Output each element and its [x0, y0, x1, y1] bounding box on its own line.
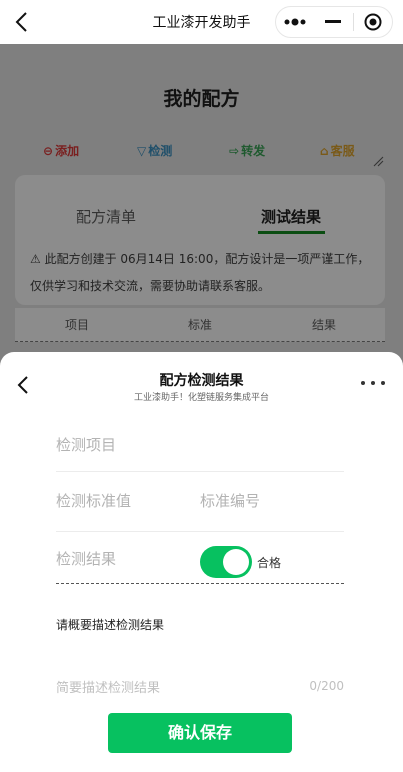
page-title: 我的配方	[163, 88, 240, 110]
sheet-subtitle: 工业漆助手！化塑链服务集成平台	[133, 393, 269, 403]
more-dots-icon	[284, 18, 306, 26]
table-header: 项目 标准 结果	[15, 308, 385, 342]
description-input[interactable]: 简要描述检测结果	[56, 677, 276, 696]
header-item: 项目	[65, 318, 90, 332]
share-icon: ⇨	[229, 143, 240, 158]
notice-text: ⚠ 此配方创建于 06月14日 16:00，配方设计是一项严谨工作，仅供学习和技…	[30, 252, 370, 293]
forward-button[interactable]: ⇨ 转发	[229, 142, 265, 159]
detect-label: 检测	[148, 144, 173, 158]
toggle-label: 合格	[257, 556, 282, 570]
navigation-bar: 工业漆开发助手	[0, 0, 403, 44]
character-counter: 0/200	[309, 679, 344, 693]
minus-circle-icon: ⊖	[43, 143, 54, 158]
more-options-button[interactable]	[276, 7, 314, 37]
add-button[interactable]: ⊖ 添加	[43, 142, 79, 159]
close-mini-program-button[interactable]	[354, 7, 392, 37]
minimize-button[interactable]	[314, 7, 352, 37]
mini-program-capsule	[275, 6, 393, 38]
dot	[371, 381, 375, 385]
standard-code-input[interactable]: 标准编号	[200, 490, 340, 511]
action-bar: ⊖ 添加 ▽ 检测 ⇨ 转发 ⌂ 客服	[0, 142, 403, 162]
minus-icon	[325, 20, 342, 23]
active-tab-indicator	[258, 231, 325, 234]
divider	[56, 471, 344, 472]
customer-service-button[interactable]: ⌂ 客服	[320, 142, 355, 159]
resize-handle-icon	[373, 156, 384, 167]
test-result-sheet: 配方检测结果 工业漆助手！化塑链服务集成平台 检测项目 检测标准值 标准编号 检…	[0, 352, 403, 772]
header-result: 结果	[312, 318, 337, 332]
target-close-icon	[364, 13, 382, 31]
add-label: 添加	[55, 144, 80, 158]
dashed-divider	[56, 583, 344, 584]
dot	[381, 381, 385, 385]
pass-toggle[interactable]	[200, 546, 252, 578]
confirm-save-button[interactable]: 确认保存	[108, 713, 292, 753]
header-standard: 标准	[188, 318, 213, 332]
description-label: 请概要描述检测结果	[56, 618, 165, 632]
standard-value-input[interactable]: 检测标准值	[56, 490, 186, 511]
toggle-knob	[223, 549, 249, 575]
filter-icon: ▽	[137, 143, 147, 158]
forward-label: 转发	[241, 144, 266, 158]
sheet-more-icon[interactable]	[361, 376, 385, 390]
result-label: 检测结果	[56, 550, 117, 568]
divider	[56, 531, 344, 532]
tab-recipe-list[interactable]: 配方清单	[76, 206, 136, 227]
dot	[361, 381, 365, 385]
service-icon: ⌂	[320, 143, 329, 158]
detect-button[interactable]: ▽ 检测	[137, 142, 172, 159]
back-arrow-icon[interactable]	[12, 10, 34, 34]
service-label: 客服	[330, 144, 355, 158]
sheet-title: 配方检测结果	[159, 373, 244, 389]
tab-test-results[interactable]: 测试结果	[261, 206, 321, 227]
test-item-input[interactable]: 检测项目	[56, 434, 346, 455]
